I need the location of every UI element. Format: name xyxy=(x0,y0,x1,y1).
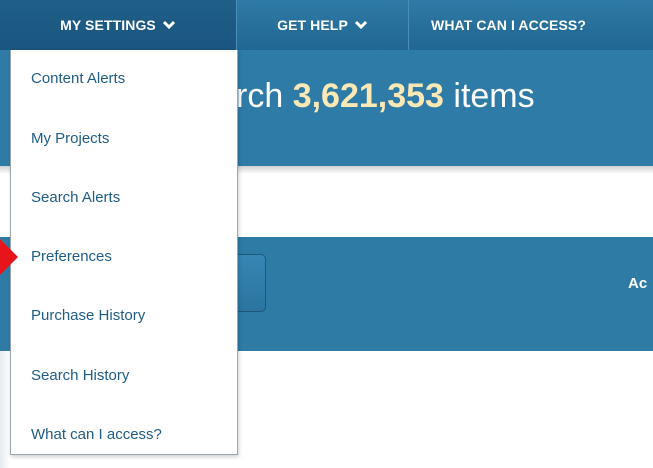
item-count-heading: rch 3,621,353 items xyxy=(236,74,535,118)
search-band-right-text[interactable]: Ac xyxy=(628,275,647,292)
nav-get-help-label: GET HELP xyxy=(277,17,348,33)
chevron-down-icon xyxy=(354,20,367,30)
nav-get-help[interactable]: GET HELP xyxy=(237,0,409,50)
item-count-suffix: items xyxy=(443,77,535,115)
item-count-prefix: rch xyxy=(236,77,293,115)
menu-item-content-alerts[interactable]: Content Alerts xyxy=(31,70,125,87)
menu-item-what-can-i-access[interactable]: What can I access? xyxy=(31,426,162,443)
nav-what-can-i-access[interactable]: WHAT CAN I ACCESS? xyxy=(409,0,653,50)
left-edge-strip xyxy=(0,351,10,468)
menu-item-search-history[interactable]: Search History xyxy=(31,367,129,384)
nav-what-can-i-access-label: WHAT CAN I ACCESS? xyxy=(431,17,587,33)
my-settings-dropdown: Content Alerts My Projects Search Alerts… xyxy=(10,50,238,455)
chevron-down-icon xyxy=(162,20,175,30)
top-navigation: MY SETTINGS GET HELP WHAT CAN I ACCESS? xyxy=(0,0,653,50)
menu-item-search-alerts[interactable]: Search Alerts xyxy=(31,189,120,206)
nav-my-settings[interactable]: MY SETTINGS xyxy=(0,0,237,50)
red-arrow-pointer-icon xyxy=(0,239,18,275)
item-count-number: 3,621,353 xyxy=(292,77,444,115)
menu-item-preferences[interactable]: Preferences xyxy=(31,248,112,265)
nav-my-settings-label: MY SETTINGS xyxy=(60,17,156,33)
menu-item-my-projects[interactable]: My Projects xyxy=(31,130,109,147)
menu-item-purchase-history[interactable]: Purchase History xyxy=(31,307,145,324)
